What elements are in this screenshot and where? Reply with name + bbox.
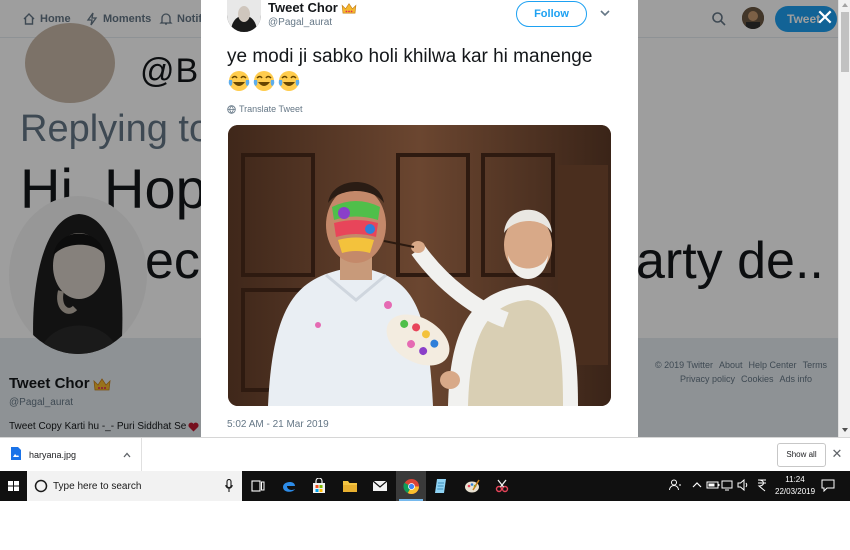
modal-close-button[interactable]: ✕ — [815, 7, 835, 29]
taskbar-edge[interactable] — [274, 471, 304, 501]
volume-icon[interactable] — [736, 478, 750, 492]
taskbar: Type here to search 11:24 22/03/2019 — [0, 471, 850, 501]
taskbar-paint[interactable] — [457, 471, 487, 501]
author-name-label: Tweet Chor — [268, 0, 338, 15]
notepad-icon — [434, 479, 446, 493]
author-handle[interactable]: @Pagal_aurat — [268, 17, 332, 28]
store-icon — [313, 478, 325, 493]
microphone-icon[interactable] — [225, 479, 233, 493]
taskbar-store[interactable] — [304, 471, 334, 501]
taskbar-notepad[interactable] — [426, 471, 456, 501]
windows-logo-icon — [8, 481, 19, 491]
edge-icon — [283, 481, 295, 492]
follow-button[interactable]: Follow — [516, 1, 587, 27]
tears-of-joy-emoji-icon — [253, 71, 275, 91]
download-file-name: haryana.jpg — [29, 450, 77, 460]
tweet-emojis — [227, 69, 301, 93]
clock-date: 22/03/2019 — [775, 487, 816, 496]
taskbar-chrome[interactable] — [396, 471, 426, 501]
clock-time: 11:24 — [785, 475, 805, 484]
taskbar-search-box[interactable]: Type here to search — [27, 471, 242, 501]
author-avatar[interactable] — [227, 0, 261, 32]
scissors-icon — [495, 479, 509, 493]
rupee-language-icon[interactable] — [755, 478, 769, 492]
screen: Home Moments Notif Tweet @Bi Replying to… — [0, 0, 850, 550]
paint-icon — [465, 479, 480, 493]
taskbar-file-explorer[interactable] — [335, 471, 365, 501]
tweet-photo-image — [228, 125, 611, 406]
globe-icon — [227, 104, 236, 114]
chevron-up-icon[interactable] — [690, 478, 704, 492]
tweet-photo[interactable] — [228, 125, 611, 406]
show-all-button[interactable]: Show all — [777, 443, 826, 467]
chevron-up-icon[interactable] — [123, 451, 131, 459]
battery-icon[interactable] — [706, 478, 720, 492]
crown-icon — [341, 2, 357, 13]
people-icon[interactable] — [668, 478, 682, 492]
download-bar: haryana.jpg Show all ✕ — [0, 437, 850, 472]
start-button[interactable] — [0, 471, 27, 501]
vertical-scrollbar[interactable] — [838, 0, 850, 437]
translate-tweet-label: Translate Tweet — [239, 104, 303, 114]
taskbar-search-placeholder: Type here to search — [53, 481, 142, 492]
tears-of-joy-emoji-icon — [228, 71, 250, 91]
task-view-button[interactable] — [243, 471, 273, 501]
scrollbar-thumb[interactable] — [841, 12, 849, 72]
taskbar-clock[interactable]: 11:24 22/03/2019 — [775, 474, 815, 498]
tweet-text: ye modi ji sabko holi khilwa kar hi mane… — [227, 46, 593, 67]
tweet-modal: Tweet Chor @Pagal_aurat Follow ye modi j… — [201, 0, 638, 437]
taskbar-snipping-tool[interactable] — [487, 471, 517, 501]
author-name[interactable]: Tweet Chor — [268, 0, 357, 15]
mail-icon — [372, 480, 388, 491]
translate-tweet-link[interactable]: Translate Tweet — [227, 104, 303, 114]
network-icon[interactable] — [721, 478, 735, 492]
scroll-up-arrow[interactable] — [842, 3, 848, 7]
action-center-icon[interactable] — [821, 479, 835, 492]
chevron-down-icon[interactable] — [599, 7, 611, 19]
download-bar-close-button[interactable]: ✕ — [831, 447, 843, 461]
scroll-down-arrow[interactable] — [842, 428, 848, 432]
cortana-circle-icon — [34, 479, 48, 493]
task-view-icon — [251, 480, 265, 492]
tweet-timestamp[interactable]: 5:02 AM - 21 Mar 2019 — [227, 419, 329, 430]
folder-icon — [343, 481, 357, 492]
taskbar-mail[interactable] — [365, 471, 395, 501]
tears-of-joy-emoji-icon — [278, 71, 300, 91]
author-avatar-photo-icon — [227, 0, 261, 32]
download-item[interactable]: haryana.jpg — [0, 438, 142, 472]
chrome-icon — [402, 478, 419, 494]
image-file-icon — [11, 447, 21, 460]
